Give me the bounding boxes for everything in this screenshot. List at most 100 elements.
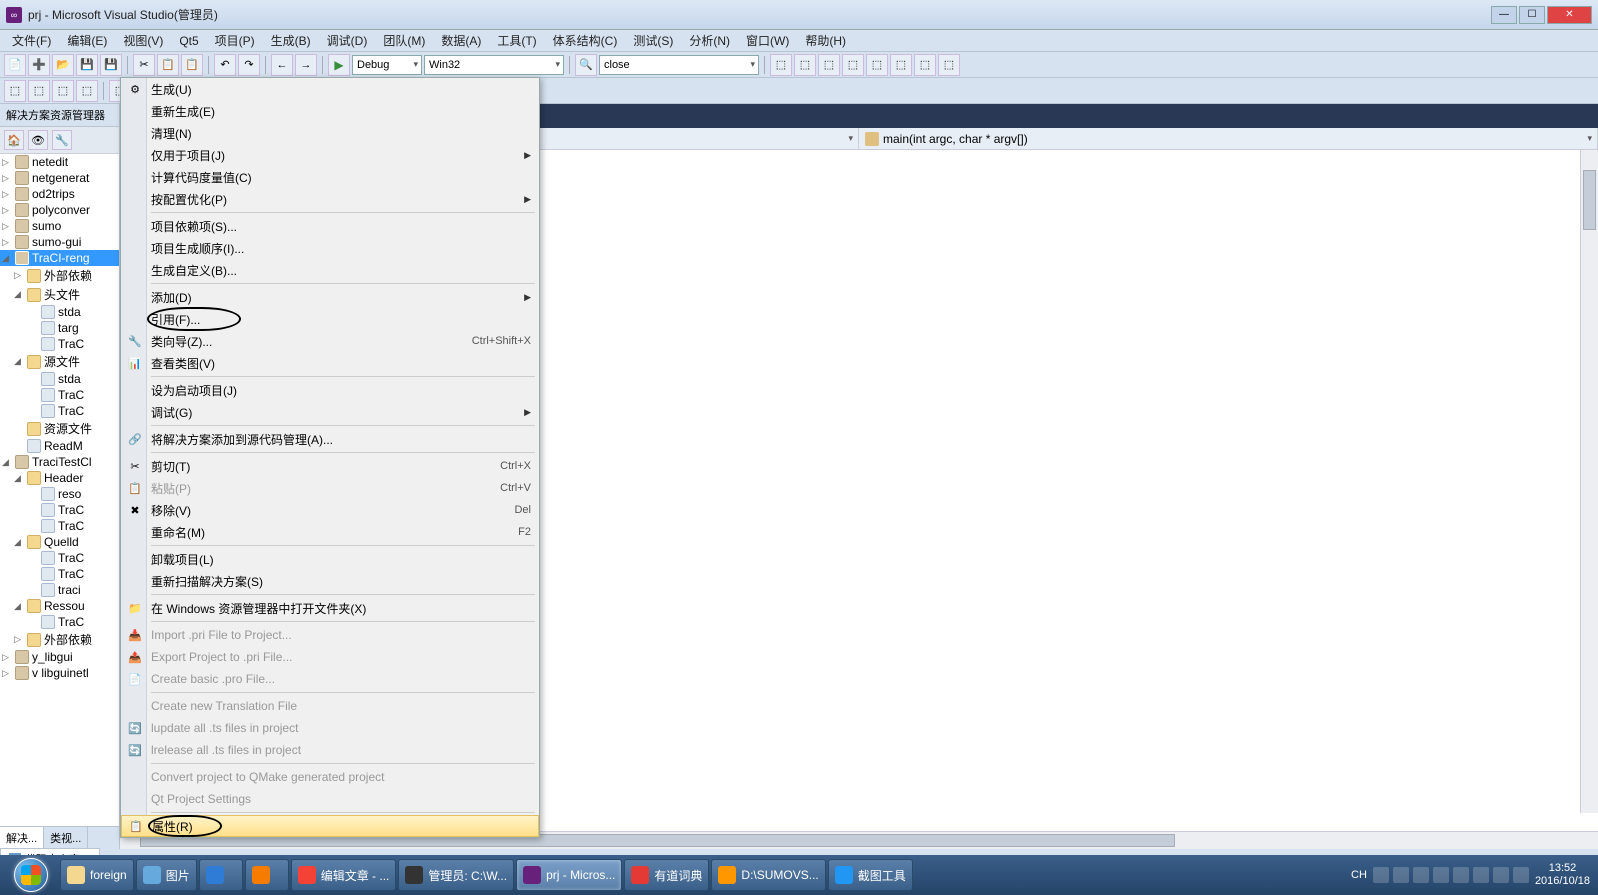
tree-item[interactable]: ▷od2trips — [0, 186, 119, 202]
menu-item[interactable]: 调试(D) — [319, 30, 376, 51]
tree-item[interactable]: ◢头文件 — [0, 285, 119, 304]
undo-button[interactable]: ↶ — [214, 54, 236, 76]
tree-item[interactable]: TraC — [0, 403, 119, 419]
platform-combo[interactable]: Win32 — [424, 55, 564, 75]
tool-btn-3[interactable]: ⬚ — [818, 54, 840, 76]
expander-icon[interactable]: ▷ — [2, 652, 12, 663]
expander-icon[interactable]: ◢ — [14, 537, 24, 548]
menu-item[interactable]: 📋属性(R) — [121, 815, 539, 837]
start-button[interactable] — [4, 857, 58, 893]
taskbar-button[interactable] — [245, 859, 289, 891]
taskbar-button[interactable]: foreign — [60, 859, 134, 891]
expander-icon[interactable]: ◢ — [14, 289, 24, 300]
expander-icon[interactable]: ◢ — [14, 356, 24, 367]
expander-icon[interactable]: ▷ — [14, 270, 24, 281]
tree-item[interactable]: ReadM — [0, 438, 119, 454]
save-button[interactable]: 💾 — [76, 54, 98, 76]
tree-item[interactable]: ◢Ressou — [0, 598, 119, 614]
find-combo[interactable]: close — [599, 55, 759, 75]
start-debug-button[interactable]: ▶ — [328, 54, 350, 76]
menu-item[interactable]: 生成(B) — [263, 30, 319, 51]
nav-fwd-button[interactable]: → — [295, 54, 317, 76]
tool-btn-1[interactable]: ⬚ — [770, 54, 792, 76]
menu-item[interactable]: 重新生成(E) — [121, 100, 539, 122]
tree-item[interactable]: ◢TraCI-reng — [0, 250, 119, 266]
menu-item[interactable]: 添加(D)▶ — [121, 286, 539, 308]
taskbar-button[interactable]: prj - Micros... — [516, 859, 622, 891]
expander-icon[interactable]: ▷ — [14, 634, 24, 645]
tray-icon[interactable] — [1493, 867, 1509, 883]
paste-button[interactable]: 📋 — [181, 54, 203, 76]
menu-item[interactable]: 清理(N) — [121, 122, 539, 144]
tb2-btn-2[interactable]: ⬚ — [28, 80, 50, 102]
menu-item[interactable]: 重命名(M)F2 — [121, 521, 539, 543]
tree-item[interactable]: ▷netedit — [0, 154, 119, 170]
copy-button[interactable]: 📋 — [157, 54, 179, 76]
menu-item[interactable]: 🔗将解决方案添加到源代码管理(A)... — [121, 428, 539, 450]
solution-tree[interactable]: ▷netedit▷netgenerat▷od2trips▷polyconver▷… — [0, 154, 119, 826]
tray-icon[interactable] — [1393, 867, 1409, 883]
close-button[interactable]: ✕ — [1547, 6, 1592, 24]
show-all-button[interactable]: 👁 — [28, 130, 48, 150]
menu-item[interactable]: 体系结构(C) — [545, 30, 626, 51]
taskbar-button[interactable] — [199, 859, 243, 891]
tool-btn-2[interactable]: ⬚ — [794, 54, 816, 76]
menu-item[interactable]: 仅用于项目(J)▶ — [121, 144, 539, 166]
redo-button[interactable]: ↷ — [238, 54, 260, 76]
expander-icon[interactable]: ▷ — [2, 157, 12, 168]
menu-item[interactable]: 测试(S) — [625, 30, 681, 51]
new-project-button[interactable]: 📄 — [4, 54, 26, 76]
nav-back-button[interactable]: ← — [271, 54, 293, 76]
tree-item[interactable]: ▷netgenerat — [0, 170, 119, 186]
tree-item[interactable]: TraC — [0, 502, 119, 518]
clock[interactable]: 13:52 2016/10/18 — [1535, 862, 1590, 888]
tree-item[interactable]: ▷y_libgui — [0, 649, 119, 665]
tray-icon[interactable] — [1473, 867, 1489, 883]
tb2-btn-4[interactable]: ⬚ — [76, 80, 98, 102]
save-all-button[interactable]: 💾 — [100, 54, 122, 76]
tool-btn-8[interactable]: ⬚ — [938, 54, 960, 76]
menu-item[interactable]: 按配置优化(P)▶ — [121, 188, 539, 210]
tool-btn-4[interactable]: ⬚ — [842, 54, 864, 76]
tb2-btn-1[interactable]: ⬚ — [4, 80, 26, 102]
expander-icon[interactable]: ▷ — [2, 205, 12, 216]
tray-icon[interactable] — [1373, 867, 1389, 883]
menu-item[interactable]: 编辑(E) — [59, 30, 115, 51]
menu-item[interactable]: 文件(F) — [4, 30, 59, 51]
tree-item[interactable]: TraC — [0, 518, 119, 534]
tray-icon[interactable] — [1413, 867, 1429, 883]
menu-item[interactable]: 📁在 Windows 资源管理器中打开文件夹(X) — [121, 597, 539, 619]
tree-item[interactable]: ▷sumo — [0, 218, 119, 234]
properties-button[interactable]: 🔧 — [52, 130, 72, 150]
tree-item[interactable]: ▷polyconver — [0, 202, 119, 218]
tree-item[interactable]: targ — [0, 320, 119, 336]
tree-item[interactable]: stda — [0, 371, 119, 387]
tool-btn-7[interactable]: ⬚ — [914, 54, 936, 76]
menu-item[interactable]: 帮助(H) — [797, 30, 854, 51]
vertical-scrollbar[interactable] — [1580, 150, 1598, 813]
maximize-button[interactable]: ☐ — [1519, 6, 1545, 24]
menu-item[interactable]: 项目生成顺序(I)... — [121, 237, 539, 259]
tree-item[interactable]: 资源文件 — [0, 419, 119, 438]
tree-item[interactable]: ▷sumo-gui — [0, 234, 119, 250]
menu-item[interactable]: 计算代码度量值(C) — [121, 166, 539, 188]
menu-item[interactable]: 视图(V) — [115, 30, 171, 51]
menu-item[interactable]: ✂剪切(T)Ctrl+X — [121, 455, 539, 477]
taskbar-button[interactable]: 编辑文章 - ... — [291, 859, 397, 891]
expander-icon[interactable]: ▷ — [2, 668, 12, 679]
tree-item[interactable]: ◢Quelld — [0, 534, 119, 550]
menu-item[interactable]: ⚙生成(U) — [121, 78, 539, 100]
menu-item[interactable]: 生成自定义(B)... — [121, 259, 539, 281]
tree-item[interactable]: traci — [0, 582, 119, 598]
menu-item[interactable]: 项目(P) — [207, 30, 263, 51]
project-context-menu[interactable]: ⚙生成(U)重新生成(E)清理(N)仅用于项目(J)▶计算代码度量值(C)按配置… — [120, 77, 540, 838]
classview-tab[interactable]: 类视... — [44, 827, 88, 849]
menu-item[interactable]: 设为启动项目(J) — [121, 379, 539, 401]
config-combo[interactable]: Debug — [352, 55, 422, 75]
menu-item[interactable]: 团队(M) — [375, 30, 433, 51]
menu-item[interactable]: 数据(A) — [433, 30, 489, 51]
taskbar-button[interactable]: 有道词典 — [624, 859, 709, 891]
member-combo[interactable]: main(int argc, char * argv[]) — [859, 128, 1598, 149]
tree-item[interactable]: TraC — [0, 566, 119, 582]
expander-icon[interactable]: ◢ — [2, 253, 12, 264]
